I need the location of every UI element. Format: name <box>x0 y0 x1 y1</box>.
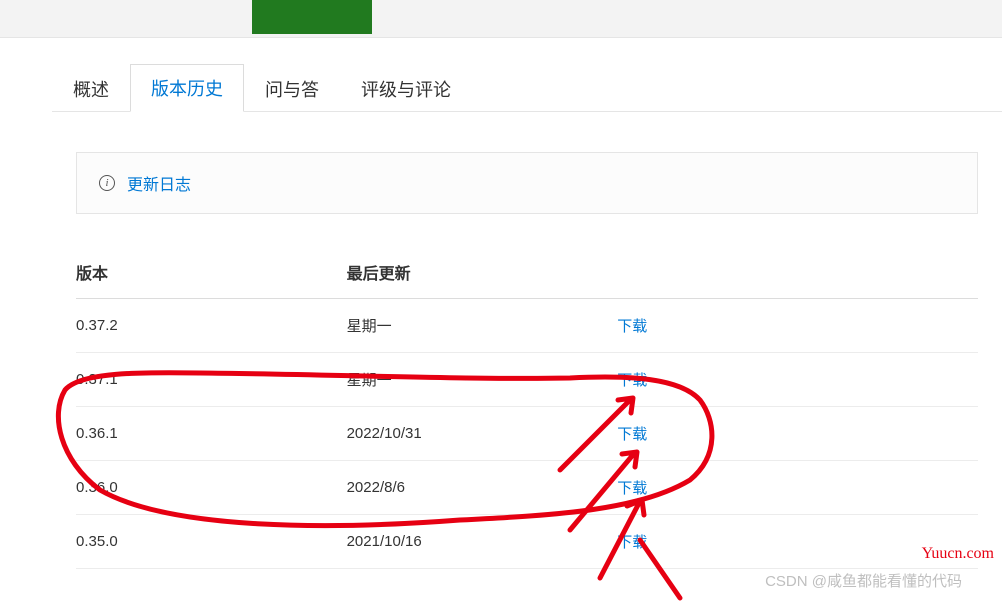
changelog-box: i 更新日志 <box>76 152 978 214</box>
cell-updated: 2021/10/16 <box>347 515 618 569</box>
version-table-area: 版本 最后更新 0.37.2 星期一 下载 0.37.1 星期一 下载 0.36… <box>76 250 978 569</box>
watermark-csdn: CSDN @咸鱼都能看懂的代码 <box>765 570 962 591</box>
cell-version: 0.37.1 <box>76 353 347 407</box>
table-row: 0.36.1 2022/10/31 下载 <box>76 407 978 461</box>
header-updated: 最后更新 <box>347 250 618 299</box>
install-button[interactable] <box>252 0 372 34</box>
tab-qa[interactable]: 问与答 <box>244 65 340 112</box>
cell-version: 0.36.0 <box>76 461 347 515</box>
download-link[interactable]: 下载 <box>617 534 647 551</box>
table-row: 0.35.0 2021/10/16 下载 <box>76 515 978 569</box>
header-version: 版本 <box>76 250 347 299</box>
download-link[interactable]: 下载 <box>617 318 647 335</box>
watermark-site: Yuucn.com <box>922 545 994 563</box>
cell-updated: 星期一 <box>347 299 618 353</box>
top-bar <box>0 0 1002 38</box>
cell-version: 0.35.0 <box>76 515 347 569</box>
download-link[interactable]: 下载 <box>617 426 647 443</box>
tab-reviews[interactable]: 评级与评论 <box>340 65 472 112</box>
changelog-link[interactable]: 更新日志 <box>127 171 191 195</box>
tabs-container: 概述 版本历史 问与答 评级与评论 <box>52 64 1002 112</box>
cell-version: 0.36.1 <box>76 407 347 461</box>
download-link[interactable]: 下载 <box>617 480 647 497</box>
cell-updated: 2022/10/31 <box>347 407 618 461</box>
cell-updated: 星期一 <box>347 353 618 407</box>
table-row: 0.37.1 星期一 下载 <box>76 353 978 407</box>
tab-version-history[interactable]: 版本历史 <box>130 64 244 112</box>
cell-version: 0.37.2 <box>76 299 347 353</box>
table-row: 0.36.0 2022/8/6 下载 <box>76 461 978 515</box>
download-link[interactable]: 下载 <box>617 372 647 389</box>
tab-overview[interactable]: 概述 <box>52 65 130 112</box>
cell-updated: 2022/8/6 <box>347 461 618 515</box>
version-table: 版本 最后更新 0.37.2 星期一 下载 0.37.1 星期一 下载 0.36… <box>76 250 978 569</box>
content-area: 概述 版本历史 问与答 评级与评论 i 更新日志 版本 最后更新 0.37.2 … <box>0 64 1002 569</box>
info-icon: i <box>99 175 115 191</box>
table-row: 0.37.2 星期一 下载 <box>76 299 978 353</box>
header-action <box>617 250 978 299</box>
